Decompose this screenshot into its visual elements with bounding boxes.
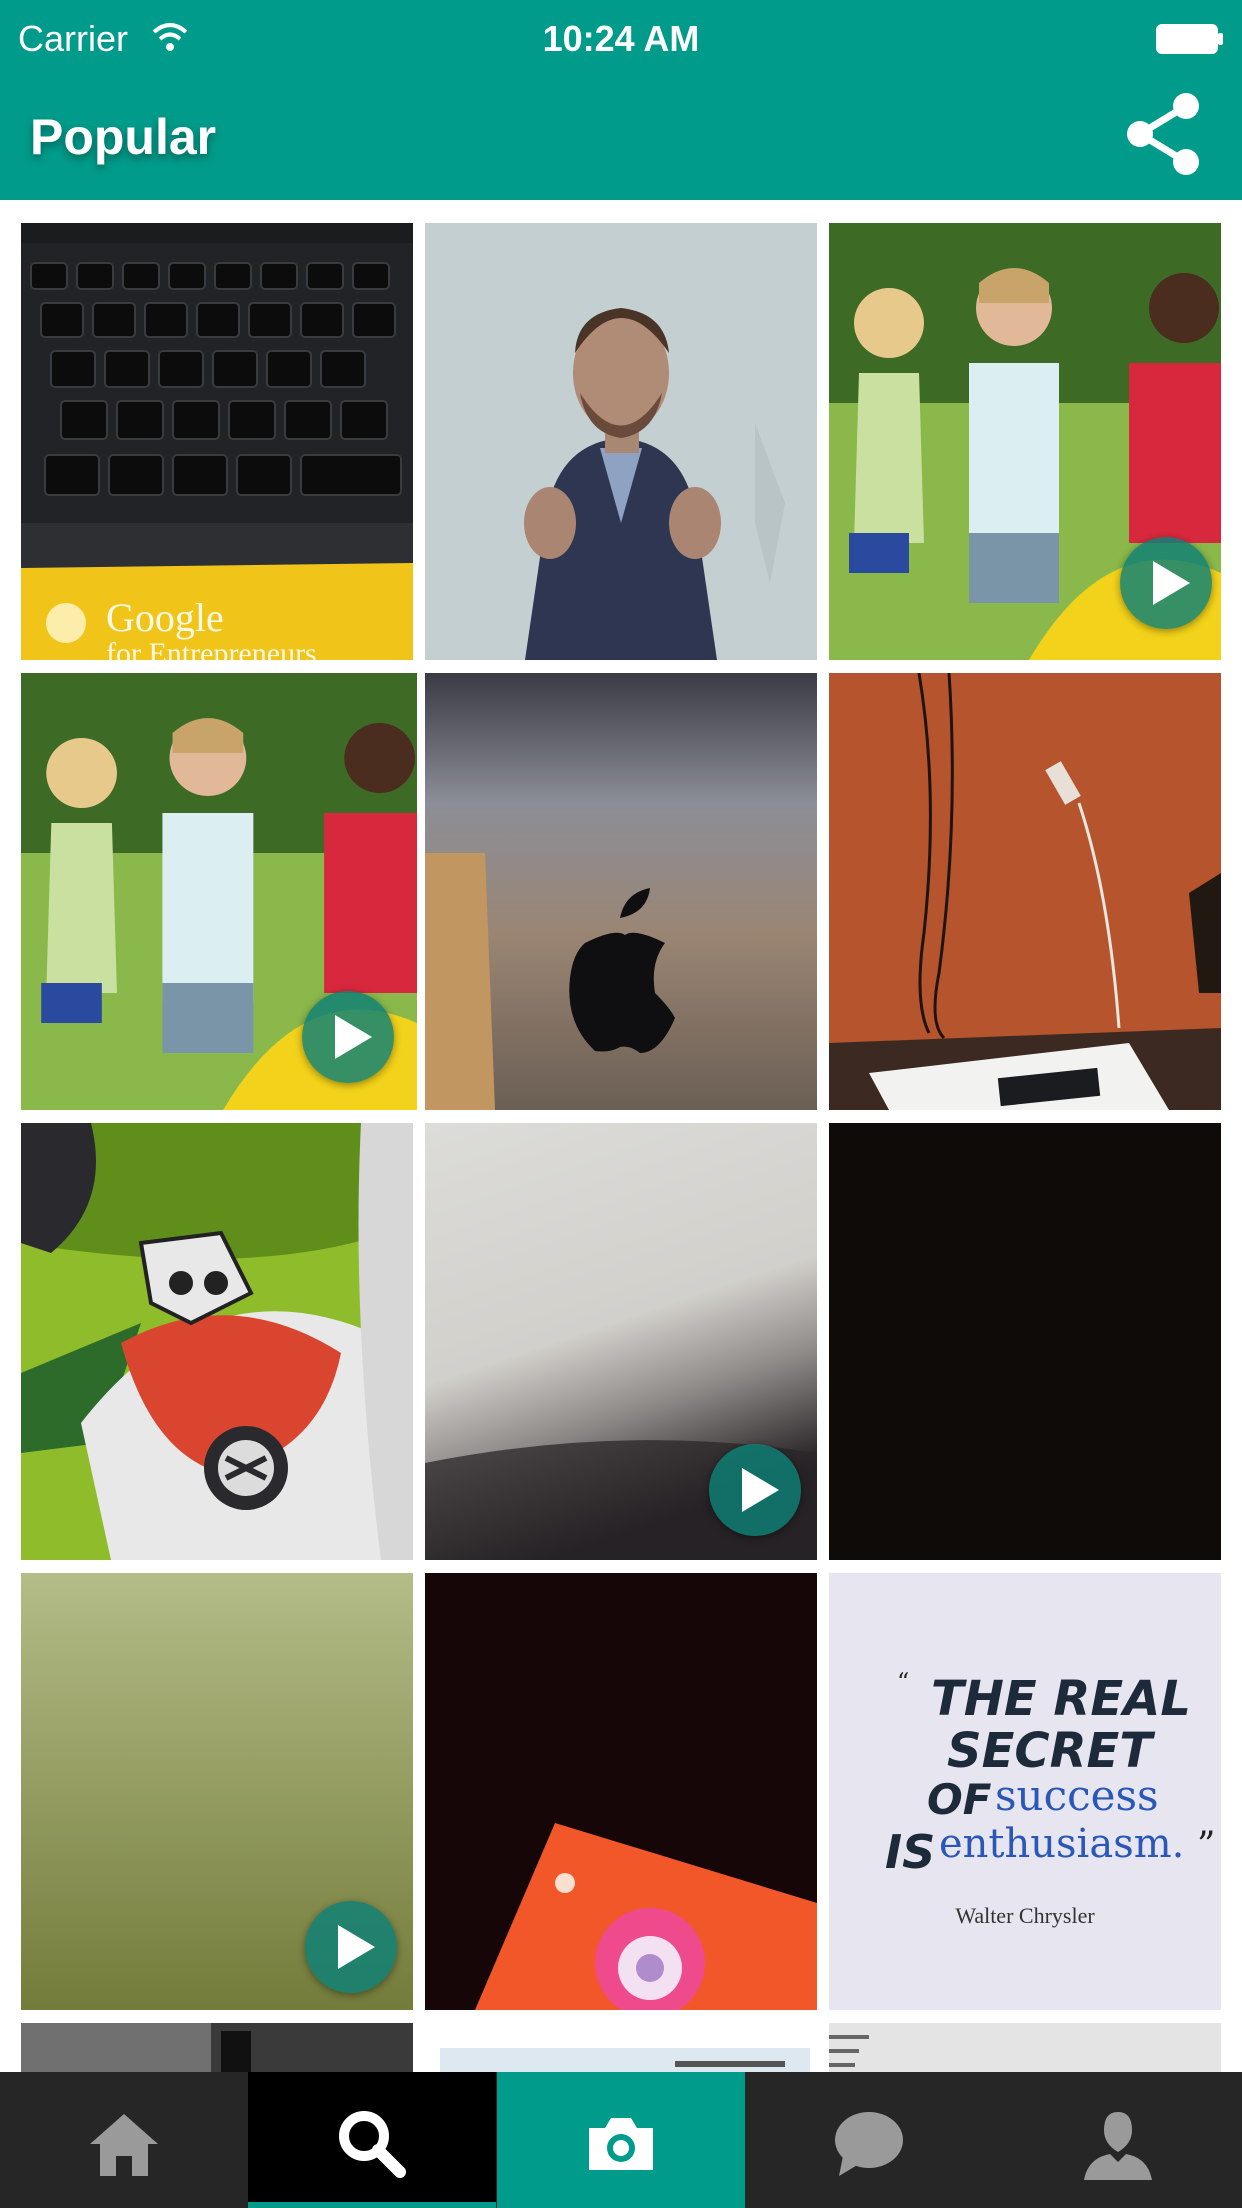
grid-tile-dark[interactable] [829, 1123, 1221, 1560]
grid-tile-green-gradient[interactable] [21, 1573, 413, 2010]
tab-chat[interactable] [745, 2072, 993, 2208]
cartoon-photo [21, 1123, 413, 1560]
screen-text-photo [829, 2023, 1221, 2072]
quote-card: “ THE REAL SECRET OF success IS enthusia… [829, 1573, 1221, 2010]
dark-room-photo [21, 2023, 413, 2072]
grid-tile-cartoon[interactable] [21, 1123, 413, 1560]
quote-line-1: THE REAL [931, 1671, 1191, 1727]
play-icon [338, 1925, 375, 1969]
status-time: 10:24 AM [542, 18, 700, 59]
orange-wall-photo [829, 673, 1221, 1110]
grid-tile-orange-wall[interactable] [829, 673, 1221, 1110]
bottom-tab-bar [0, 2072, 1242, 2208]
quote-line-4a: IS [885, 1825, 936, 1879]
camera-icon [589, 2118, 653, 2170]
video-play-button[interactable] [1120, 537, 1212, 629]
page-title: Popular [30, 109, 217, 165]
battery-icon [1156, 24, 1223, 54]
tab-home[interactable] [0, 2072, 248, 2208]
active-tab-indicator [248, 2202, 496, 2208]
home-icon [90, 2114, 158, 2176]
chat-icon [835, 2112, 903, 2176]
speaker-photo [425, 223, 817, 660]
search-icon [339, 2111, 406, 2178]
grid-tile-grey-blur[interactable] [425, 1123, 817, 1560]
tab-profile[interactable] [994, 2072, 1242, 2208]
close-quote-mark: ” [1197, 1825, 1216, 1866]
grid-tile-quote[interactable]: “ THE REAL SECRET OF success IS enthusia… [829, 1573, 1221, 2010]
video-play-button[interactable] [302, 991, 394, 1083]
quote-line-4b: enthusiasm. [939, 1821, 1185, 1867]
grid-tile-keyboard[interactable]: Google for Entrepreneurs [21, 223, 413, 660]
quote-line-3b: success [995, 1771, 1159, 1820]
grid-tile-kids-1[interactable] [829, 223, 1221, 660]
share-icon[interactable] [1124, 92, 1204, 176]
video-play-button[interactable] [709, 1444, 801, 1536]
grid-tile-apple-logo[interactable] [425, 673, 817, 1110]
app-header: Carrier 10:24 AM Popular [0, 0, 1242, 200]
popular-photo-grid: Google for Entrepreneurs “ THE REAL SECR… [0, 200, 1242, 2072]
svg-text:for Entrepreneurs: for Entrepreneurs [106, 637, 317, 660]
svg-text:Google: Google [106, 595, 224, 640]
grid-tile-partial-1[interactable] [21, 2023, 413, 2072]
grid-tile-partial-3[interactable] [829, 2023, 1221, 2072]
open-quote-mark: “ [897, 1668, 910, 1696]
play-icon [1153, 561, 1190, 605]
grid-tile-kids-2[interactable] [21, 673, 417, 1110]
phone-screen-photo [425, 1573, 817, 2010]
play-icon [742, 1468, 779, 1512]
tab-search[interactable] [248, 2072, 496, 2208]
play-icon [335, 1015, 372, 1059]
keyboard-photo: Google for Entrepreneurs [21, 223, 413, 660]
document-photo [425, 2023, 817, 2072]
grid-tile-phone-screen[interactable] [425, 1573, 817, 2010]
quote-line-3a: OF [927, 1775, 992, 1824]
grid-tile-partial-2[interactable] [425, 2023, 817, 2072]
tab-camera[interactable] [497, 2072, 745, 2208]
status-bar: Carrier 10:24 AM [0, 0, 1242, 80]
apple-logo-photo [425, 673, 817, 1110]
profile-icon [1084, 2112, 1152, 2180]
grid-tile-speaker[interactable] [425, 223, 817, 660]
dark-photo [829, 1123, 1221, 1560]
video-play-button[interactable] [305, 1901, 397, 1993]
quote-author: Walter Chrysler [955, 1903, 1095, 1928]
